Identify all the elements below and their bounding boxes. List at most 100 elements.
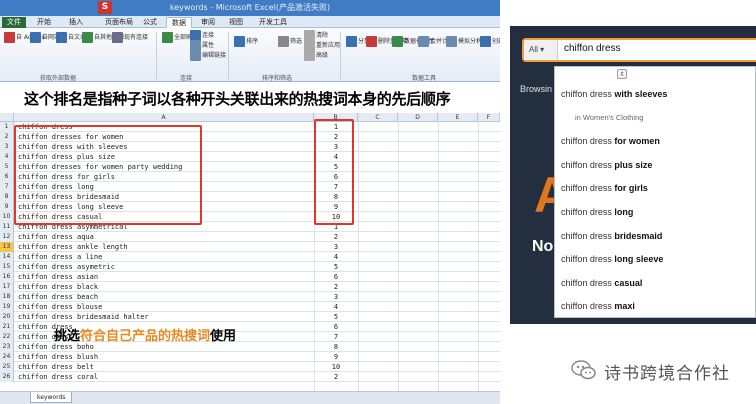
suggestion-item[interactable]: chiffon dress for women (561, 136, 660, 146)
table-row[interactable]: 20 chiffon dress bridesmaid halter 5 (0, 312, 500, 322)
table-row[interactable]: 26 chiffon dress coral 2 (0, 372, 500, 382)
table-row[interactable]: 12 chiffon dress aqua 2 (0, 232, 500, 242)
suggestion-department[interactable]: in Women's Clothing (575, 113, 643, 122)
suggestion-item[interactable]: chiffon dress for girls (561, 183, 648, 193)
table-row[interactable]: 19 chiffon dress blouse 4 (0, 302, 500, 312)
table-row[interactable]: 25 chiffon dress belt 10 (0, 362, 500, 372)
rank-cell[interactable]: 8 (318, 342, 354, 352)
row-number[interactable]: 22 (0, 332, 14, 342)
table-row[interactable]: 14 chiffon dress a line 4 (0, 252, 500, 262)
suggestion-item[interactable]: chiffon dress maxi (561, 301, 635, 311)
ribbon-button[interactable]: 排序 (234, 36, 258, 47)
row-number[interactable]: 17 (0, 282, 14, 292)
rank-cell[interactable]: 6 (318, 272, 354, 282)
ribbon-tab[interactable]: 公式 (138, 17, 162, 28)
row-number[interactable]: 5 (0, 162, 14, 172)
rank-cell[interactable]: 6 (318, 322, 354, 332)
table-row[interactable]: 18 chiffon dress beach 3 (0, 292, 500, 302)
suggestion-item[interactable]: chiffon dress casual (561, 278, 642, 288)
keyword-cell[interactable]: chiffon dress asian (18, 272, 98, 282)
keyword-cell[interactable]: chiffon dress a line (18, 252, 102, 262)
column-header[interactable]: D (398, 113, 438, 122)
row-number[interactable]: 4 (0, 152, 14, 162)
rank-cell[interactable]: 5 (318, 312, 354, 322)
search-bar[interactable]: All ▾ chiffon dress (522, 38, 756, 62)
row-number[interactable]: 7 (0, 182, 14, 192)
search-category-select[interactable]: All ▾ (524, 40, 558, 60)
row-number[interactable]: 1 (0, 122, 14, 132)
row-number[interactable]: 8 (0, 192, 14, 202)
rank-cell[interactable]: 3 (318, 242, 354, 252)
search-input[interactable]: chiffon dress (564, 43, 621, 54)
keyword-cell[interactable]: chiffon dress belt (18, 362, 94, 372)
keyword-cell[interactable]: chiffon dress ankle length (18, 242, 128, 252)
keyword-cell[interactable]: chiffon dress coral (18, 372, 98, 382)
row-number[interactable]: 9 (0, 202, 14, 212)
row-number[interactable]: 11 (0, 222, 14, 232)
table-row[interactable]: 24 chiffon dress blush 9 (0, 352, 500, 362)
rank-cell[interactable]: 10 (318, 362, 354, 372)
rank-cell[interactable]: 2 (318, 372, 354, 382)
row-number[interactable]: 12 (0, 232, 14, 242)
ribbon-button[interactable]: 编辑链接 (190, 50, 226, 61)
rank-cell[interactable]: 7 (318, 332, 354, 342)
keyword-cell[interactable]: chiffon dress asymetric (18, 262, 115, 272)
rank-cell[interactable]: 2 (318, 232, 354, 242)
row-number[interactable]: 16 (0, 272, 14, 282)
keyword-cell[interactable]: chiffon dress black (18, 282, 98, 292)
ribbon-button[interactable]: 高级 (304, 50, 328, 61)
resize-handle-icon[interactable]: ⇕ (617, 69, 627, 79)
ribbon-tab[interactable]: 文件 (2, 17, 26, 28)
column-header[interactable]: A (14, 113, 314, 122)
keyword-cell[interactable]: chiffon dress bridesmaid halter (18, 312, 149, 322)
table-row[interactable]: 16 chiffon dress asian 6 (0, 272, 500, 282)
row-number[interactable]: 21 (0, 322, 14, 332)
table-row[interactable]: 13 chiffon dress ankle length 3 (0, 242, 500, 252)
select-all-corner[interactable] (0, 113, 14, 122)
rank-cell[interactable]: 4 (318, 302, 354, 312)
row-number[interactable]: 20 (0, 312, 14, 322)
ribbon-tab[interactable]: 页面布局 (100, 17, 138, 28)
row-number[interactable]: 13 (0, 242, 14, 252)
table-row[interactable]: 17 chiffon dress black 2 (0, 282, 500, 292)
column-header[interactable]: E (438, 113, 478, 122)
row-number[interactable]: 24 (0, 352, 14, 362)
ribbon-tab[interactable]: 开发工具 (254, 17, 292, 28)
row-number[interactable]: 10 (0, 212, 14, 222)
row-number[interactable]: 15 (0, 262, 14, 272)
column-header[interactable]: C (358, 113, 398, 122)
keyword-cell[interactable]: chiffon dress beach (18, 292, 98, 302)
row-number[interactable]: 23 (0, 342, 14, 352)
row-number[interactable]: 26 (0, 372, 14, 382)
row-number[interactable]: 25 (0, 362, 14, 372)
ribbon-button[interactable]: 模拟分析 (446, 36, 482, 47)
suggestion-item[interactable]: chiffon dress plus size (561, 160, 652, 170)
sogou-icon[interactable]: S (98, 1, 112, 14)
ribbon-tab[interactable]: 视图 (224, 17, 248, 28)
rank-cell[interactable]: 5 (318, 262, 354, 272)
row-number[interactable]: 14 (0, 252, 14, 262)
suggestion-item[interactable]: chiffon dress with sleeves (561, 89, 667, 99)
ribbon-button[interactable]: 创建组 (480, 36, 500, 47)
ribbon-tab[interactable]: 审阅 (196, 17, 220, 28)
keyword-cell[interactable]: chiffon dress aqua (18, 232, 94, 242)
suggestion-item[interactable]: chiffon dress bridesmaid (561, 231, 662, 241)
suggestion-item[interactable]: chiffon dress long (561, 207, 633, 217)
ribbon-tab[interactable]: 插入 (64, 17, 88, 28)
rank-cell[interactable]: 9 (318, 352, 354, 362)
rank-cell[interactable]: 3 (318, 292, 354, 302)
row-number[interactable]: 19 (0, 302, 14, 312)
rank-cell[interactable]: 2 (318, 282, 354, 292)
keyword-cell[interactable]: chiffon dress blouse (18, 302, 102, 312)
ribbon-button[interactable]: 筛选 (278, 36, 302, 47)
ribbon-button[interactable]: 现有连接 (112, 32, 148, 43)
sheet-tab-keywords[interactable]: keywords (30, 392, 73, 403)
table-row[interactable]: 15 chiffon dress asymetric 5 (0, 262, 500, 272)
rank-cell[interactable]: 4 (318, 252, 354, 262)
keyword-cell[interactable]: chiffon dress blush (18, 352, 98, 362)
ribbon-tab[interactable]: 数据 (166, 17, 192, 28)
suggestion-item[interactable]: chiffon dress long sleeve (561, 254, 663, 264)
column-header[interactable]: F (478, 113, 500, 122)
row-number[interactable]: 18 (0, 292, 14, 302)
row-number[interactable]: 6 (0, 172, 14, 182)
